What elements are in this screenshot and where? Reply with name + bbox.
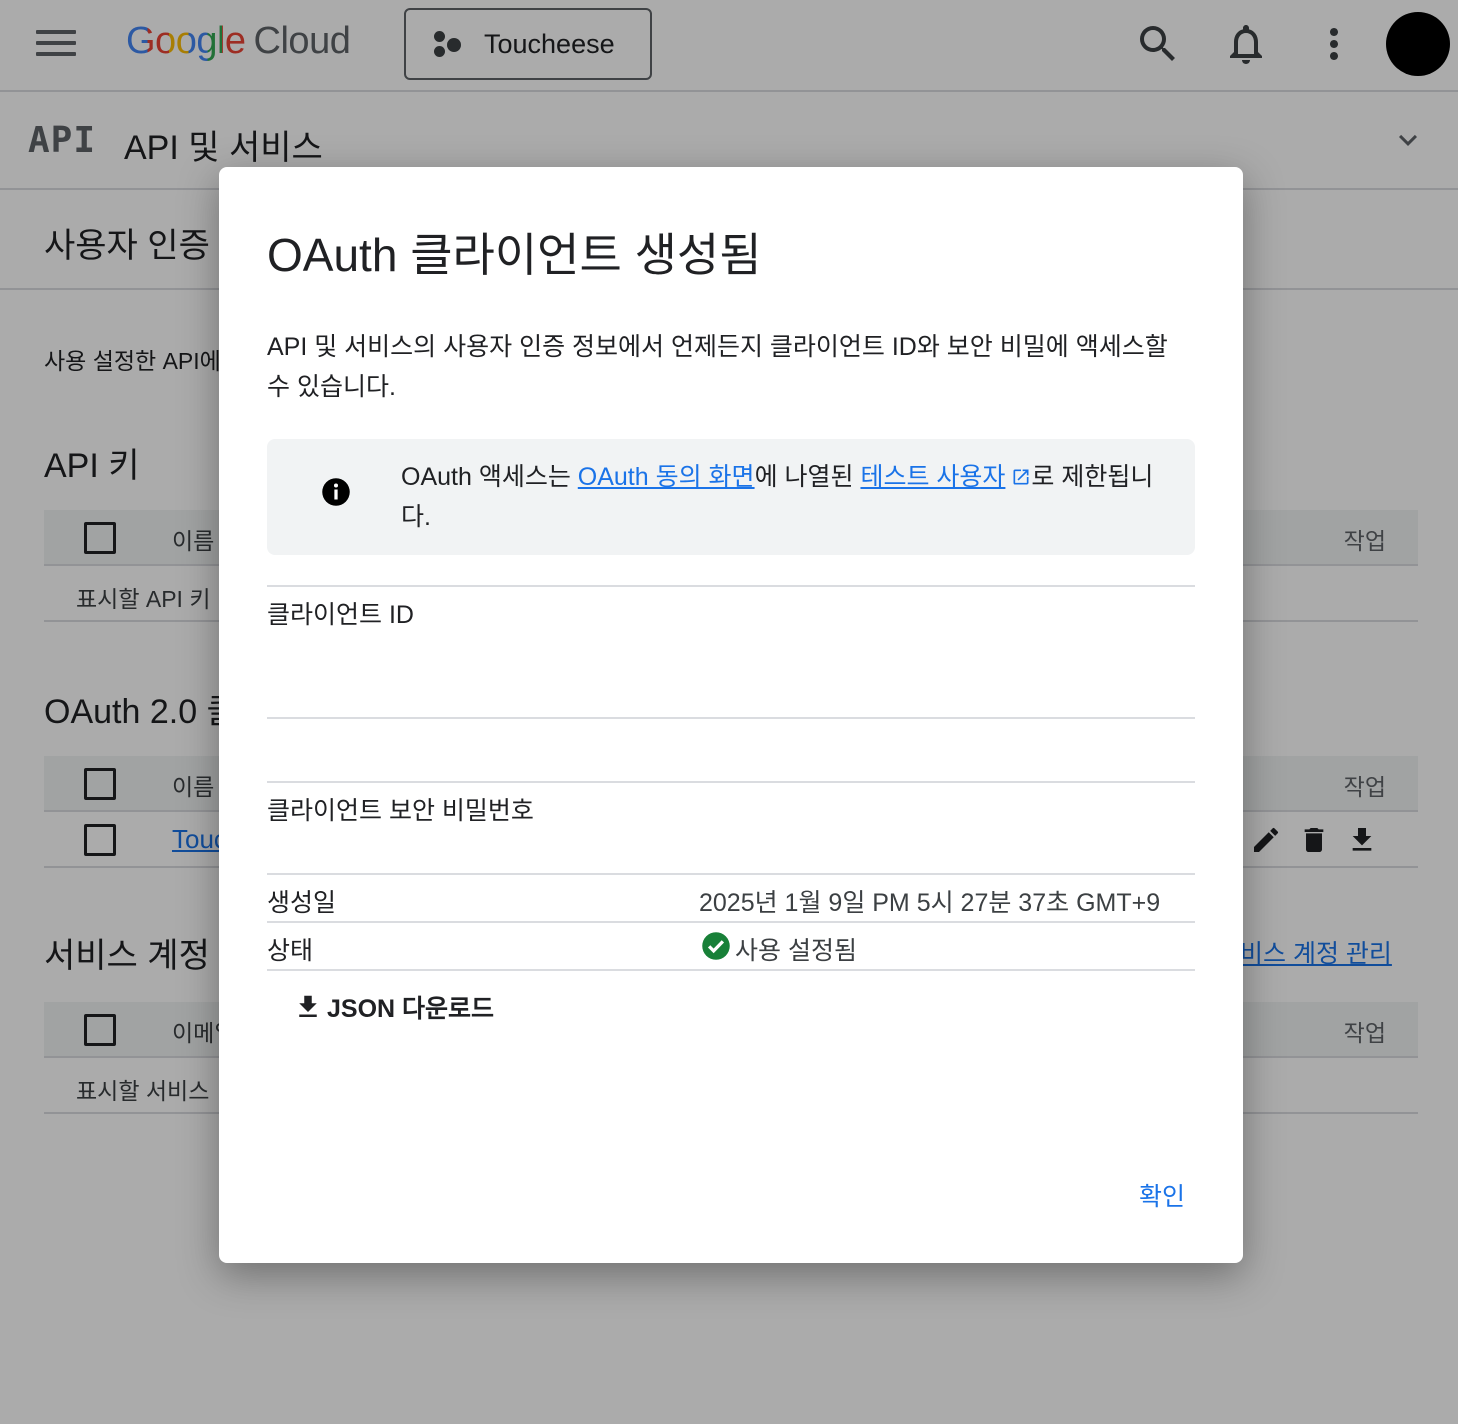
oauth-consent-link[interactable]: OAuth 동의 화면	[578, 463, 755, 491]
check-circle-icon	[702, 932, 730, 960]
divider	[267, 781, 1195, 783]
dialog-title: OAuth 클라이언트 생성됨	[267, 229, 762, 281]
status-label: 상태	[267, 937, 314, 965]
client-secret-label: 클라이언트 보안 비밀번호	[267, 797, 534, 825]
info-icon	[322, 478, 350, 506]
ok-button[interactable]: 확인	[1139, 1177, 1185, 1213]
json-download-label: JSON 다운로드	[327, 995, 495, 1023]
info-text: OAuth 액세스는 OAuth 동의 화면에 나열된 테스트 사용자 로 제한됩…	[401, 457, 1161, 537]
info-banner: OAuth 액세스는 OAuth 동의 화면에 나열된 테스트 사용자 로 제한됩…	[267, 439, 1195, 555]
divider	[267, 969, 1195, 971]
external-link-icon[interactable]	[1011, 467, 1031, 487]
created-label: 생성일	[267, 889, 337, 917]
divider	[267, 717, 1195, 719]
divider	[267, 873, 1195, 875]
test-users-link[interactable]: 테스트 사용자	[860, 463, 1005, 491]
client-id-label: 클라이언트 ID	[267, 601, 414, 629]
json-download-button[interactable]: JSON 다운로드	[293, 987, 494, 1027]
status-value: 사용 설정됨	[735, 937, 857, 965]
divider	[267, 585, 1195, 587]
dialog-description: API 및 서비스의 사용자 인증 정보에서 언제든지 클라이언트 ID와 보안…	[267, 333, 1168, 401]
divider	[267, 921, 1195, 923]
created-value: 2025년 1월 9일 PM 5시 27분 37초 GMT+9	[699, 889, 1161, 917]
oauth-created-dialog: OAuth 클라이언트 생성됨 API 및 서비스의 사용자 인증 정보에서 언…	[219, 167, 1243, 1263]
download-icon	[299, 995, 317, 1017]
info-prefix: OAuth 액세스는	[401, 463, 578, 491]
info-middle: 에 나열된	[754, 463, 861, 491]
